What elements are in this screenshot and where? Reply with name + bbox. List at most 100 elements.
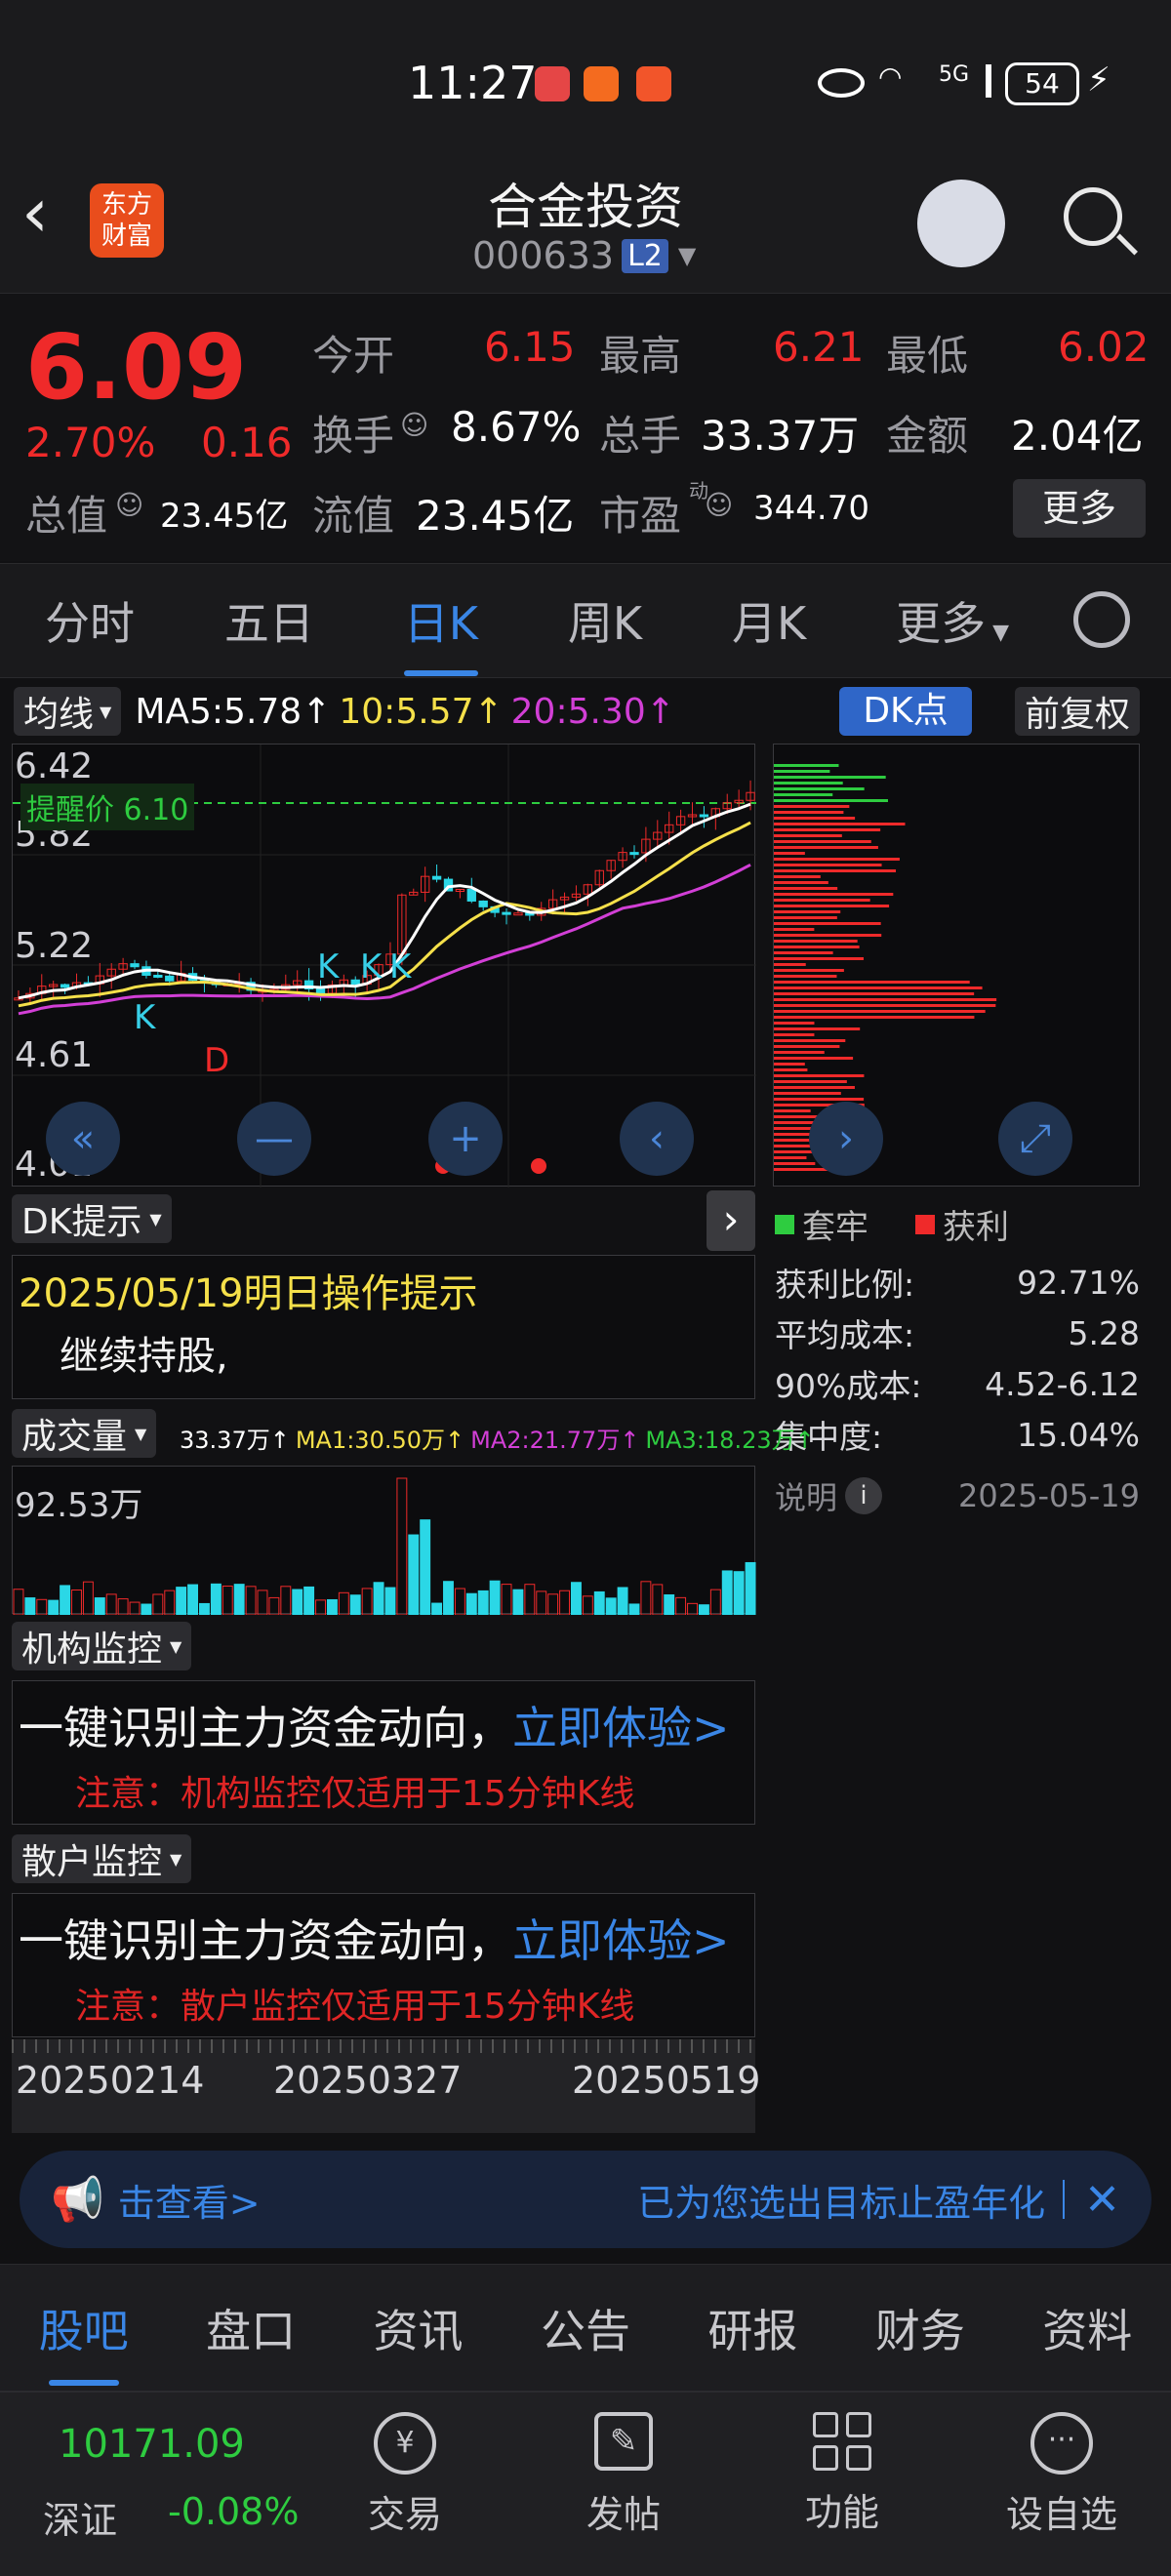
- ma10-value: 10:5.57↑: [339, 691, 504, 732]
- promo-banner[interactable]: 📢 击查看> 已为您选出目标止盈年化 ✕: [20, 2151, 1151, 2248]
- chip-bar: [774, 881, 828, 884]
- chip-bar: [774, 934, 882, 937]
- banner-right-text: 已为您选出目标止盈年化: [637, 2181, 1046, 2225]
- info-icon[interactable]: ☺: [115, 489, 143, 521]
- more-dots-icon: ···: [1030, 2412, 1093, 2475]
- tab-news[interactable]: 资讯: [374, 2296, 464, 2360]
- volume-bar: [292, 1589, 303, 1615]
- tab-intraday[interactable]: 分时: [45, 588, 135, 653]
- volume-bar: [268, 1596, 280, 1615]
- tab-research[interactable]: 研报: [707, 2296, 797, 2360]
- volume-chart[interactable]: 92.53万: [12, 1466, 756, 1615]
- y-label-3: 5.22: [15, 926, 94, 966]
- chip-bar: [774, 840, 871, 843]
- rewind-button[interactable]: «: [46, 1102, 120, 1176]
- period-tabs: 分时 五日 日K 周K 月K 更多 ▼: [0, 563, 1171, 678]
- assistant-robot-icon[interactable]: [917, 180, 1005, 267]
- candle-body: [629, 852, 639, 856]
- functions-button[interactable]: 功能: [798, 2412, 886, 2536]
- tab-announcements[interactable]: 公告: [541, 2296, 630, 2360]
- candle-body: [130, 963, 140, 968]
- volume-bar: [396, 1477, 408, 1615]
- float-label: 流值: [312, 492, 395, 540]
- kline-chart[interactable]: 6.42 5.82 5.22 4.61 4.01 提醒价 6.10 K K K …: [12, 744, 756, 1187]
- chip-bar: [774, 1033, 815, 1036]
- volume-bar: [547, 1593, 559, 1615]
- chip-bar: [774, 1068, 808, 1071]
- tab-finance[interactable]: 财务: [875, 2296, 965, 2360]
- search-icon[interactable]: [1064, 187, 1122, 246]
- more-button[interactable]: 更多: [1013, 479, 1146, 538]
- info-icon[interactable]: ☺: [705, 489, 733, 521]
- date-mid: 20250327: [273, 2059, 463, 2102]
- tab-profile[interactable]: 资料: [1042, 2296, 1132, 2360]
- date-scroller[interactable]: 20250214 20250327 20250519: [12, 2039, 760, 2133]
- volume-bar: [105, 1593, 117, 1615]
- candle-body: [165, 975, 175, 982]
- volume-bar: [733, 1571, 745, 1615]
- chip-bar: [774, 869, 897, 872]
- inst-monitor-selector[interactable]: 机构监控 ▼: [12, 1622, 192, 1670]
- chip-bar: [774, 1109, 811, 1112]
- chip-bar: [774, 875, 821, 878]
- dk-point-button[interactable]: DK点: [839, 687, 972, 736]
- chip-bar: [774, 846, 878, 849]
- tab-indicator: [48, 2379, 119, 2386]
- tab-monthly-k[interactable]: 月K: [732, 588, 806, 653]
- inst-monitor-link[interactable]: 立即体验>: [512, 1693, 730, 1757]
- trade-button[interactable]: ¥ 交易: [361, 2412, 449, 2538]
- close-icon[interactable]: ✕: [1084, 2175, 1120, 2225]
- ma-selector[interactable]: 均线 ▼: [14, 687, 122, 736]
- info-icon[interactable]: ☺: [400, 409, 428, 441]
- tab-order-book[interactable]: 盘口: [206, 2296, 296, 2360]
- marker-k: K: [389, 947, 412, 986]
- tab-weekly-k[interactable]: 周K: [568, 588, 642, 653]
- candle-body: [513, 912, 523, 916]
- charging-icon: ⚡: [1087, 60, 1110, 100]
- retail-monitor-selector[interactable]: 散户监控 ▼: [12, 1834, 192, 1883]
- stat-label: 90%成本:: [775, 1367, 922, 1405]
- post-button[interactable]: ✎ 发帖: [580, 2412, 667, 2538]
- chip-bar: [774, 1080, 847, 1083]
- chip-bar: [774, 793, 833, 796]
- volume-selector[interactable]: 成交量 ▼: [12, 1409, 157, 1458]
- volume-bar: [94, 1597, 105, 1615]
- retail-monitor-link[interactable]: 立即体验>: [512, 1906, 730, 1970]
- pe-label: 市盈: [599, 492, 682, 540]
- marker-k: K: [360, 947, 383, 986]
- dk-tip-selector[interactable]: DK提示 ▼: [12, 1194, 172, 1243]
- tab-guba[interactable]: 股吧: [39, 2296, 129, 2386]
- expand-icon[interactable]: ⤢: [998, 1102, 1072, 1176]
- chip-bar: [774, 957, 865, 960]
- adjust-button[interactable]: 前复权: [1015, 687, 1141, 736]
- crosshair-button[interactable]: +: [428, 1102, 503, 1176]
- next-button[interactable]: ›: [809, 1102, 883, 1176]
- tab-daily-k[interactable]: 日K: [403, 588, 478, 676]
- stock-code-row[interactable]: 000633 L2 ▼: [472, 234, 696, 277]
- settings-gear-icon[interactable]: [1073, 591, 1130, 648]
- volume-bar: [187, 1584, 198, 1615]
- chevron-right-icon[interactable]: ›: [707, 1190, 755, 1251]
- inst-monitor-box[interactable]: 一键识别主力资金动向， 立即体验> 注意：机构监控仅适用于15分钟K线: [12, 1680, 755, 1825]
- volume-bar: [129, 1601, 141, 1615]
- chip-bar: [774, 986, 983, 989]
- volume-bar: [664, 1593, 675, 1615]
- index-value[interactable]: 10171.09: [59, 2422, 245, 2467]
- volume-bar: [675, 1596, 687, 1615]
- volume-bar: [628, 1603, 640, 1615]
- previous-button[interactable]: ‹: [620, 1102, 694, 1176]
- chip-bar: [774, 1074, 865, 1077]
- chip-bar: [774, 1086, 855, 1089]
- chip-bar: [774, 1057, 854, 1060]
- tab-more[interactable]: 更多 ▼: [896, 588, 1009, 653]
- chip-bar: [774, 817, 856, 820]
- chip-distribution-chart[interactable]: › ⤢: [773, 744, 1140, 1187]
- explain-link[interactable]: 说明 i: [775, 1473, 883, 1518]
- chip-bar: [774, 1022, 815, 1025]
- retail-monitor-box[interactable]: 一键识别主力资金动向， 立即体验> 注意：散户监控仅适用于15分钟K线: [12, 1893, 755, 2037]
- amount-value: 2.04亿: [1011, 412, 1144, 460]
- volume-bar: [571, 1582, 582, 1615]
- add-watchlist-button[interactable]: ··· 设自选: [1001, 2412, 1122, 2538]
- tab-five-day[interactable]: 五日: [224, 588, 314, 653]
- zoom-out-button[interactable]: —: [237, 1102, 311, 1176]
